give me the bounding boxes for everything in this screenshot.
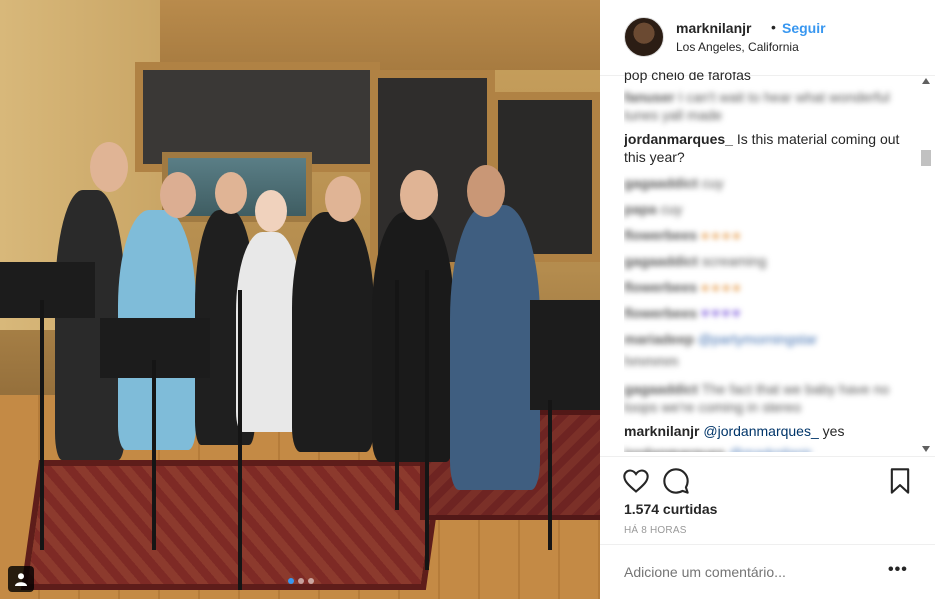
comment-username[interactable]: flowerbees: [624, 227, 697, 243]
comment-username[interactable]: papa: [624, 201, 657, 217]
musician-head: [467, 165, 505, 217]
post-username[interactable]: marknilanjr: [676, 20, 751, 36]
comment-text: yes: [822, 423, 845, 439]
bookmark-icon: [890, 468, 910, 494]
emoji-icons: ●●●●: [701, 279, 743, 295]
post-sidebar: marknilanjr • Seguir Los Angeles, Califo…: [600, 0, 935, 599]
stand-pole: [152, 360, 156, 550]
stand-pole: [238, 290, 242, 590]
carousel-dot: [298, 578, 304, 584]
musician-head: [255, 190, 287, 232]
emoji-icons: ♥♥♥♥: [701, 305, 743, 321]
avatar[interactable]: [624, 17, 664, 57]
comment-username[interactable]: gagaaddict: [624, 175, 698, 191]
comments-list[interactable]: pop cheio de farofas fanuser I can't wai…: [624, 72, 916, 452]
patterned-rug: [20, 460, 445, 590]
comment-input[interactable]: [624, 564, 864, 580]
stand-pole: [548, 400, 552, 550]
comment-item: gagaaddict screaming: [624, 252, 916, 270]
comment-username[interactable]: jordanmarques: [624, 445, 725, 452]
heart-icon: [623, 469, 649, 493]
music-stand: [530, 300, 600, 410]
post-actions: 1.574 curtidas HÁ 8 HORAS: [600, 456, 935, 542]
stand-pole: [40, 300, 44, 550]
comment-username[interactable]: marknilanjr: [624, 423, 699, 439]
musician: [450, 205, 540, 490]
comment-item: flowerbees ●●●●: [624, 278, 916, 296]
user-tag-button[interactable]: [8, 566, 34, 592]
comment-text: cuy: [701, 175, 724, 191]
scroll-down-arrow-icon[interactable]: [922, 446, 930, 452]
carousel-dot: [288, 578, 294, 584]
comment-username[interactable]: gagaaddict: [624, 253, 698, 269]
music-stand: [0, 262, 95, 318]
musician: [292, 212, 374, 452]
user-silhouette-icon: [15, 573, 27, 586]
follow-button[interactable]: Seguir: [782, 20, 826, 36]
more-options-button[interactable]: •••: [888, 561, 908, 579]
comment-item: jordanmarques @marknilanjr: [624, 444, 916, 452]
add-comment-bar: •••: [600, 544, 935, 599]
comment-username[interactable]: flowerbees: [624, 305, 697, 321]
comment-username[interactable]: jordanmarques_: [624, 131, 733, 147]
comment-item: flowerbees ●●●●: [624, 226, 916, 244]
location-link[interactable]: Los Angeles, California: [676, 40, 799, 54]
stand-pole: [395, 280, 399, 510]
musician-head: [90, 142, 128, 192]
comment-item: jordanmarques_ Is this material coming o…: [624, 130, 916, 166]
comment-item: flowerbees ♥♥♥♥: [624, 304, 916, 322]
carousel-dot: [308, 578, 314, 584]
comment-username[interactable]: fanuser: [624, 89, 675, 105]
musician-head: [325, 176, 361, 222]
stand-pole: [425, 270, 429, 570]
scroll-thumb[interactable]: [921, 150, 931, 166]
comment-item: pop cheio de farofas: [624, 72, 916, 84]
emoji-icons: ●●●●: [701, 227, 743, 243]
save-button[interactable]: [886, 467, 914, 495]
comment-item: papa cuy: [624, 200, 916, 218]
like-button[interactable]: [622, 467, 650, 495]
comment-text: hmmmm: [624, 353, 679, 369]
comment-item: fanuser I can't wait to hear what wonder…: [624, 88, 916, 124]
comment-text: pop cheio de farofas: [624, 72, 751, 83]
comment-username[interactable]: gagaaddict: [624, 381, 698, 397]
comment-mention[interactable]: @marknilanjr: [729, 445, 812, 452]
comment-button[interactable]: [662, 467, 690, 495]
comment-text: screaming: [701, 253, 767, 269]
comment-item: gagaaddict The fact that we baby have no…: [624, 380, 916, 416]
studio-ceiling: [160, 0, 600, 70]
musician-head: [160, 172, 196, 218]
post-photo[interactable]: [0, 0, 600, 599]
musician-head: [400, 170, 438, 220]
comment-username[interactable]: mariadeep: [624, 331, 694, 347]
post-header: marknilanjr • Seguir Los Angeles, Califo…: [600, 0, 935, 76]
comment-item: gagaaddict cuy: [624, 174, 916, 192]
likes-count[interactable]: 1.574 curtidas: [624, 501, 717, 517]
musician: [372, 212, 454, 462]
comment-mention[interactable]: @jordanmarques_: [703, 423, 818, 439]
musician-head: [215, 172, 247, 214]
comment-item: hmmmm: [624, 352, 916, 370]
carousel-indicator: [288, 578, 314, 584]
scroll-up-arrow-icon[interactable]: [922, 78, 930, 84]
comment-item: marknilanjr @jordanmarques_ yes: [624, 422, 916, 440]
comment-mention[interactable]: @partymorningstar: [698, 331, 817, 347]
separator-dot: •: [771, 19, 776, 35]
comment-text: cuy: [660, 201, 683, 217]
comment-username[interactable]: flowerbees: [624, 279, 697, 295]
comments-scrollbar[interactable]: [919, 78, 933, 454]
post-timestamp[interactable]: HÁ 8 HORAS: [624, 525, 687, 536]
comment-bubble-icon: [663, 468, 689, 494]
comment-item: mariadeep @partymorningstar: [624, 330, 916, 348]
